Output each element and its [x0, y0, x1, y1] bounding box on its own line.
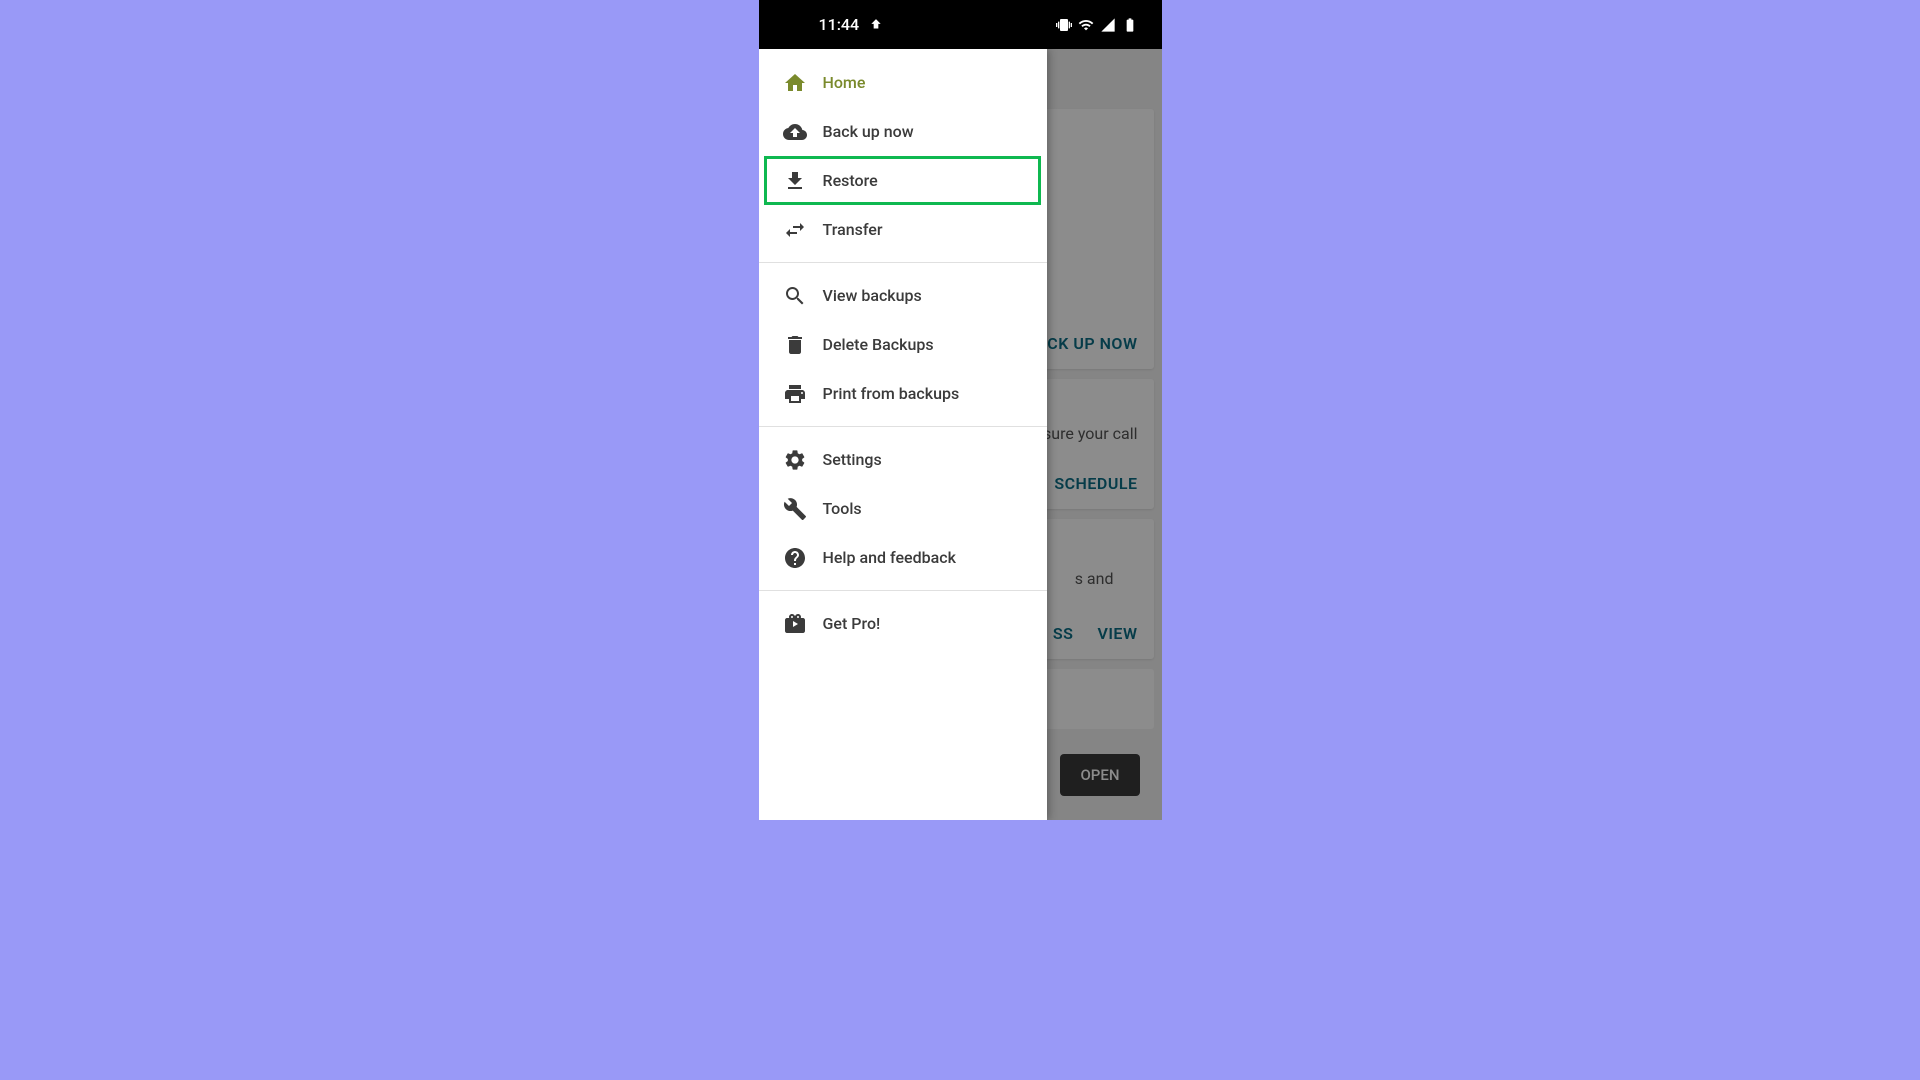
drawer-item-transfer[interactable]: Transfer: [759, 205, 1047, 254]
wrench-icon: [783, 497, 807, 521]
drawer-item-get-pro[interactable]: Get Pro!: [759, 599, 1047, 648]
status-bar: 11:44: [759, 0, 1162, 49]
drawer-label: View backups: [823, 286, 922, 305]
search-icon: [783, 284, 807, 308]
drawer-label: Get Pro!: [823, 614, 881, 633]
divider: [759, 590, 1047, 591]
app-content: CK UP NOW sure your call SCHEDULE s and …: [759, 49, 1162, 820]
vibrate-icon: [1056, 17, 1072, 33]
drawer-item-view-backups[interactable]: View backups: [759, 271, 1047, 320]
divider: [759, 426, 1047, 427]
status-time: 11:44: [819, 15, 860, 34]
drawer-label: Delete Backups: [823, 335, 934, 354]
delivery-icon: [869, 18, 883, 32]
drawer-item-tools[interactable]: Tools: [759, 484, 1047, 533]
download-icon: [783, 169, 807, 193]
trash-icon: [783, 333, 807, 357]
print-icon: [783, 382, 807, 406]
transfer-icon: [783, 218, 807, 242]
drawer-item-backup-now[interactable]: Back up now: [759, 107, 1047, 156]
gear-icon: [783, 448, 807, 472]
home-icon: [783, 71, 807, 95]
battery-icon: [1122, 17, 1138, 33]
phone-frame: 11:44 CK UP NOW sure your call SCHEDULE …: [759, 0, 1162, 820]
drawer-item-help[interactable]: Help and feedback: [759, 533, 1047, 582]
store-icon: [783, 612, 807, 636]
help-icon: [783, 546, 807, 570]
drawer-label: Help and feedback: [823, 548, 956, 567]
status-right: [1056, 17, 1138, 33]
drawer-label: Home: [823, 73, 866, 92]
drawer-label: Restore: [823, 171, 878, 190]
divider: [759, 262, 1047, 263]
drawer-label: Settings: [823, 450, 882, 469]
wifi-icon: [1078, 17, 1094, 33]
cloud-upload-icon: [783, 120, 807, 144]
drawer-item-home[interactable]: Home: [759, 58, 1047, 107]
drawer-item-settings[interactable]: Settings: [759, 435, 1047, 484]
navigation-drawer: Home Back up now Restore T: [759, 49, 1047, 820]
drawer-label: Back up now: [823, 122, 914, 141]
drawer-item-delete-backups[interactable]: Delete Backups: [759, 320, 1047, 369]
drawer-item-restore[interactable]: Restore: [759, 156, 1047, 205]
drawer-label: Print from backups: [823, 384, 960, 403]
drawer-label: Transfer: [823, 220, 883, 239]
drawer-label: Tools: [823, 499, 862, 518]
drawer-item-print[interactable]: Print from backups: [759, 369, 1047, 418]
signal-icon: [1100, 17, 1116, 33]
status-left: 11:44: [819, 15, 884, 34]
